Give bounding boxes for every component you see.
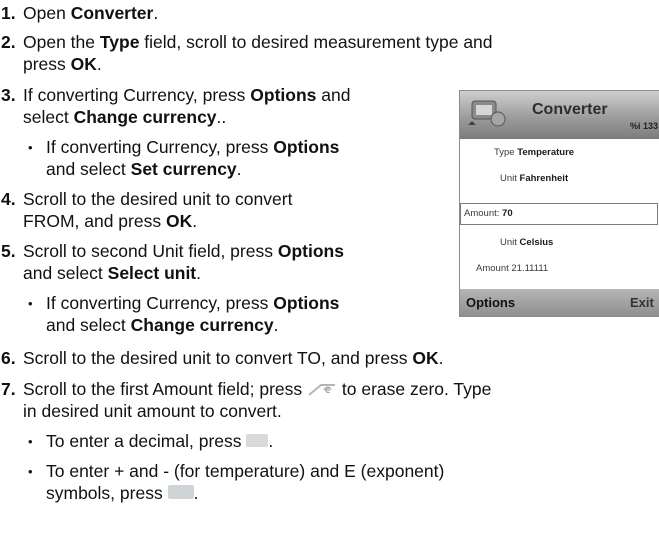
- amount-to-field: Amount 21.11111: [476, 263, 548, 274]
- decimal-key-icon: [246, 433, 269, 447]
- field-value: Celsius: [519, 237, 554, 248]
- step-5-cont: and select Select unit.: [23, 262, 201, 284]
- step-bold: OK: [70, 54, 97, 74]
- bullet-text-end: .: [268, 431, 274, 451]
- step-text-end: .: [196, 263, 202, 283]
- clear-key-icon: C: [307, 380, 337, 397]
- step-text: Scroll to the desired unit to convert: [23, 189, 293, 209]
- step-number: 1.: [1, 3, 16, 23]
- step-number: 4.: [1, 189, 16, 209]
- svg-text:C: C: [325, 386, 331, 395]
- bullet-bold: Options: [273, 137, 340, 157]
- step-text: Open: [23, 3, 71, 23]
- step-bold: Type: [99, 32, 140, 52]
- bullet-text-end: .: [193, 483, 199, 503]
- instruction-document: 1. Open Converter. 2. Open the Type fiel…: [0, 0, 659, 539]
- step-number: 3.: [1, 85, 16, 105]
- options-softkey: Options: [466, 295, 516, 310]
- step-bold: Options: [250, 85, 317, 105]
- step-text-mid: field, scroll to desired measurement typ…: [139, 32, 493, 52]
- bullet-text: To enter + and - (for temperature) and E…: [46, 461, 445, 481]
- phone-title-bar: Converter %i 133: [460, 91, 659, 139]
- step-text-end: to erase zero. Type: [337, 379, 492, 399]
- step-number: 7.: [1, 379, 16, 399]
- step-bold: Change currency: [73, 107, 217, 127]
- field-label: Unit: [500, 173, 517, 184]
- unit-from-field: Unit Fahrenheit: [500, 173, 568, 184]
- step-2-cont: press OK.: [23, 53, 102, 75]
- phone-softkey-bar: Options Exit: [460, 289, 659, 316]
- bullet-bold: Change currency: [130, 315, 274, 335]
- amount-from-field: Amount: 70: [464, 208, 513, 219]
- step-number: 5.: [1, 241, 16, 261]
- bullet-text: To enter a decimal, press: [46, 431, 247, 451]
- step-bold: Select unit: [107, 263, 197, 283]
- step-text-end: .: [96, 54, 102, 74]
- bullet-change-currency-cont: and select Change currency.: [46, 314, 278, 336]
- bullet-marker: •: [28, 140, 33, 155]
- step-text-end: .: [438, 348, 444, 368]
- bullet-symbols-cont: symbols, press .: [46, 482, 198, 504]
- field-label: Amount:: [464, 208, 500, 219]
- bullet-marker: •: [28, 296, 33, 311]
- bullet-set-currency-cont: and select Set currency.: [46, 158, 242, 180]
- step-3-cont: select Change currency..: [23, 106, 226, 128]
- step-text: Open the: [23, 32, 100, 52]
- step-number: 6.: [1, 348, 16, 368]
- phone-app-title: Converter: [532, 101, 608, 118]
- step-text: press: [23, 54, 71, 74]
- step-bold: OK: [165, 211, 193, 231]
- step-bold: OK: [412, 348, 439, 368]
- bullet-text-end: .: [236, 159, 242, 179]
- step-text: and select: [23, 263, 108, 283]
- exit-softkey: Exit: [630, 295, 654, 310]
- field-label: Unit: [500, 237, 517, 248]
- step-7-cont: in desired unit amount to convert.: [23, 401, 282, 421]
- bullet-marker: •: [28, 464, 33, 479]
- type-field: Type Temperature: [494, 147, 574, 158]
- field-value: 21.11111: [511, 263, 549, 274]
- step-text: Scroll to the first Amount field; press: [23, 379, 308, 399]
- converter-app-icon: [466, 95, 510, 131]
- step-4-cont: FROM, and press OK.: [23, 210, 197, 232]
- step-text-end: ..: [216, 107, 227, 127]
- signal-indicator: %i 133: [630, 121, 659, 131]
- bullet-text: and select: [46, 315, 131, 335]
- step-bold: Options: [277, 241, 344, 261]
- bullet-text-end: .: [273, 315, 279, 335]
- bullet-text: If converting Currency, press: [46, 137, 274, 157]
- step-text: Scroll to second Unit field, press: [23, 241, 278, 261]
- step-text-end: and: [316, 85, 351, 105]
- bullet-text: symbols, press: [46, 483, 168, 503]
- field-label: Amount: [476, 263, 509, 274]
- symbol-key-icon: [167, 485, 194, 500]
- unit-to-field: Unit Celsius: [500, 237, 553, 248]
- converter-phone-screenshot: Converter %i 133 Type Temperature Unit F…: [459, 90, 659, 317]
- step-text-end: .: [192, 211, 198, 231]
- field-value: 70: [502, 208, 513, 219]
- bullet-bold: Options: [273, 293, 340, 313]
- step-text: FROM, and press: [23, 211, 166, 231]
- step-text: If converting Currency, press: [23, 85, 251, 105]
- bullet-text: and select: [46, 159, 131, 179]
- field-value: Fahrenheit: [519, 173, 569, 184]
- bullet-bold: Set currency: [130, 159, 237, 179]
- field-value: Temperature: [517, 147, 575, 158]
- step-number: 2.: [1, 32, 16, 52]
- field-label: Type: [494, 147, 515, 158]
- step-text-end: .: [153, 3, 159, 23]
- bullet-marker: •: [28, 434, 33, 449]
- step-text: Scroll to the desired unit to convert TO…: [23, 348, 413, 368]
- step-bold: Converter: [70, 3, 154, 23]
- phone-form: Type Temperature Unit Fahrenheit Amount:…: [460, 139, 659, 289]
- bullet-text: If converting Currency, press: [46, 293, 274, 313]
- step-text: select: [23, 107, 74, 127]
